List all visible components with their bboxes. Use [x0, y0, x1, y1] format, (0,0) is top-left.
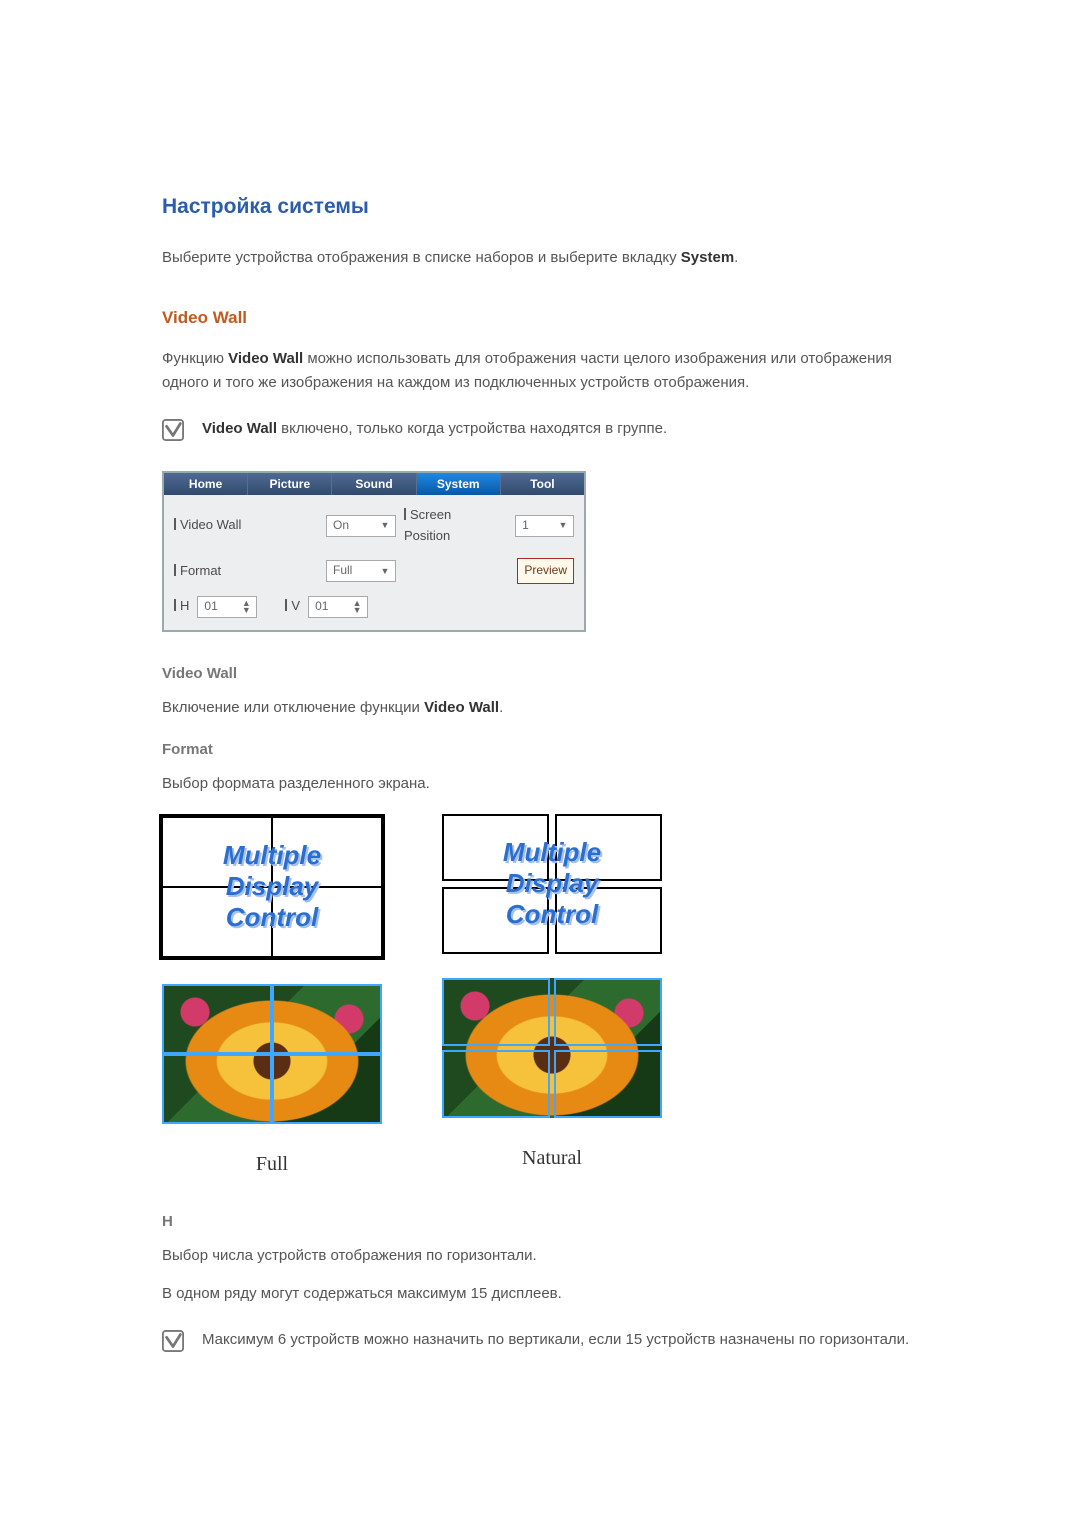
section-title-videowall: Video Wall	[162, 304, 920, 331]
panel-select-format-value: Full	[333, 561, 352, 580]
note-row-2: Максимум 6 устройств можно назначить по …	[162, 1328, 920, 1366]
format-col-natural: Multiple Display Control Natural	[442, 814, 662, 1180]
note1-bold: Video Wall	[202, 420, 277, 437]
note1-suffix: включено, только когда устройства находя…	[277, 420, 667, 437]
panel-spinner-h[interactable]: 01 ▲▼	[197, 596, 257, 618]
panel-tabstrip: Home Picture Sound System Tool	[164, 473, 584, 495]
panel-select-screenpos-value: 1	[522, 516, 529, 535]
sub-vw-bold: Video Wall	[424, 699, 499, 716]
stepper-icon: ▲▼	[349, 597, 365, 617]
intro-paragraph: Выберите устройства отображения в списке…	[162, 246, 920, 270]
sub-h-text1: Выбор числа устройств отображения по гор…	[162, 1244, 920, 1268]
panel-select-format[interactable]: Full ▼	[326, 560, 396, 582]
panel-label-format: Format	[174, 561, 221, 582]
page-title: Настройка системы	[162, 190, 920, 224]
wall-grid-full-photo	[162, 984, 382, 1124]
wall-grid-full-text: Multiple Display Control	[159, 814, 385, 960]
note-icon	[162, 1330, 184, 1352]
panel-spinner-h-value: 01	[204, 597, 217, 616]
videowall-desc-prefix: Функцию	[162, 350, 228, 367]
tab-sound[interactable]: Sound	[332, 473, 416, 495]
subhead-videowall: Video Wall	[162, 662, 920, 686]
panel-select-videowall-value: On	[333, 516, 349, 535]
tab-tool[interactable]: Tool	[501, 473, 584, 495]
panel-label-videowall-text: Video Wall	[180, 517, 241, 532]
panel-body: Video Wall On ▼ Screen Position 1 ▼	[164, 495, 584, 630]
panel-label-h-text: H	[180, 598, 189, 613]
tab-picture[interactable]: Picture	[248, 473, 332, 495]
chevron-down-icon: ▼	[377, 516, 393, 536]
panel-label-h: H	[174, 596, 189, 617]
tab-home[interactable]: Home	[164, 473, 248, 495]
sub-vw-prefix: Включение или отключение функции	[162, 699, 424, 716]
panel-select-screenpos[interactable]: 1 ▼	[515, 515, 574, 537]
panel-label-v: V	[285, 596, 300, 617]
panel-select-videowall[interactable]: On ▼	[326, 515, 396, 537]
tab-system[interactable]: System	[417, 473, 501, 495]
format-col-full: Multiple Display Control Full	[162, 814, 382, 1180]
chevron-down-icon: ▼	[377, 561, 393, 581]
sub-h-text2: В одном ряду могут содержаться максимум …	[162, 1282, 920, 1306]
sub-videowall-text: Включение или отключение функции Video W…	[162, 696, 920, 720]
format-illustration-row: Multiple Display Control Full	[162, 814, 920, 1180]
wall-grid-natural-photo	[442, 978, 662, 1118]
subhead-format: Format	[162, 738, 920, 762]
preview-button[interactable]: Preview	[517, 558, 574, 583]
settings-panel: Home Picture Sound System Tool Video Wal…	[162, 471, 586, 632]
panel-label-format-text: Format	[180, 563, 221, 578]
chevron-down-icon: ▼	[555, 516, 571, 536]
page: Настройка системы Выберите устройства от…	[0, 0, 1080, 1527]
panel-label-videowall: Video Wall	[174, 515, 241, 536]
subhead-h: H	[162, 1210, 920, 1234]
note-1-text: Video Wall включено, только когда устрой…	[202, 417, 920, 441]
panel-spinner-v-value: 01	[315, 597, 328, 616]
videowall-description: Функцию Video Wall можно использовать дл…	[162, 347, 920, 395]
note-icon	[162, 419, 184, 441]
panel-label-screenpos-text: Screen Position	[404, 507, 451, 543]
wall-grid-natural-text: Multiple Display Control	[442, 814, 662, 954]
format-name-natural: Natural	[522, 1142, 582, 1174]
intro-suffix: .	[734, 249, 738, 266]
videowall-desc-bold: Video Wall	[228, 350, 303, 367]
panel-label-screenpos: Screen Position	[404, 505, 499, 547]
intro-bold: System	[681, 249, 734, 266]
intro-prefix: Выберите устройства отображения в списке…	[162, 249, 681, 266]
note-row-1: Video Wall включено, только когда устрой…	[162, 417, 920, 455]
sub-vw-suffix: .	[499, 699, 503, 716]
sub-format-text: Выбор формата разделенного экрана.	[162, 772, 920, 796]
panel-label-v-text: V	[291, 598, 300, 613]
note-2-text: Максимум 6 устройств можно назначить по …	[202, 1328, 920, 1352]
panel-spinner-v[interactable]: 01 ▲▼	[308, 596, 368, 618]
format-name-full: Full	[256, 1148, 288, 1180]
stepper-icon: ▲▼	[238, 597, 254, 617]
